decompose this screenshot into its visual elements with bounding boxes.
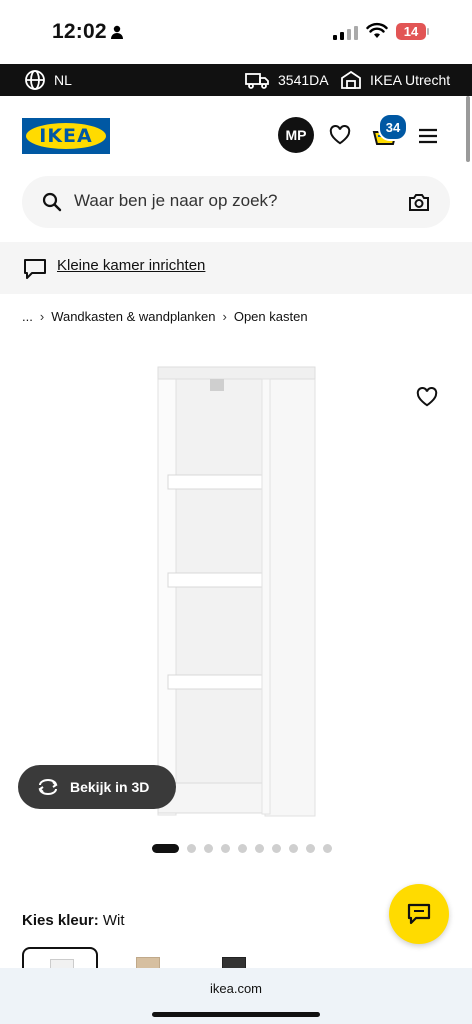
- heart-icon: [416, 387, 438, 407]
- store-selector[interactable]: IKEA Utrecht: [340, 64, 450, 96]
- product-image-shelf: [157, 366, 316, 817]
- wishlist-button[interactable]: [326, 121, 354, 149]
- postcode-selector[interactable]: 3541DA: [244, 64, 329, 96]
- pagination-dot-active[interactable]: [152, 844, 179, 853]
- status-bar: 12:02 14: [0, 0, 472, 64]
- product-wishlist-button[interactable]: [408, 378, 446, 416]
- inspiration-link[interactable]: Kleine kamer inrichten: [57, 257, 205, 274]
- delivery-truck-icon: [245, 73, 269, 89]
- cart-count-badge: 34: [378, 113, 408, 141]
- pagination-dot[interactable]: [306, 844, 315, 853]
- color-chooser-label: Kies kleur: Wit: [22, 912, 125, 929]
- breadcrumb-item-open-kasten[interactable]: Open kasten: [234, 309, 308, 324]
- menu-button[interactable]: [414, 124, 442, 148]
- pagination-dot[interactable]: [289, 844, 298, 853]
- battery-tip: [427, 28, 429, 35]
- pagination-dot[interactable]: [255, 844, 264, 853]
- product-image-gallery[interactable]: [0, 345, 472, 830]
- globe-icon: [25, 70, 45, 90]
- search-bar[interactable]: Waar ben je naar op zoek?: [22, 176, 450, 228]
- url-text[interactable]: ikea.com: [0, 981, 472, 996]
- pagination-dot[interactable]: [204, 844, 213, 853]
- pagination-dot[interactable]: [221, 844, 230, 853]
- account-avatar[interactable]: MP: [278, 117, 314, 153]
- inspiration-banner[interactable]: Kleine kamer inrichten: [0, 242, 472, 294]
- rotate-3d-icon: [38, 779, 58, 795]
- image-pagination[interactable]: [152, 844, 332, 853]
- store-label: IKEA Utrecht: [370, 72, 451, 88]
- heart-icon: [329, 125, 351, 145]
- menu-icon: [419, 128, 437, 144]
- signal-icon: [333, 24, 358, 40]
- view-3d-button[interactable]: Bekijk in 3D: [18, 765, 176, 809]
- ikea-logo[interactable]: IKEA: [22, 118, 110, 154]
- chat-button[interactable]: [389, 884, 449, 944]
- status-time: 12:02: [52, 20, 107, 43]
- breadcrumb-ellipsis[interactable]: ...: [22, 309, 33, 324]
- person-icon: [111, 25, 123, 39]
- breadcrumb: ... › Wandkasten & wandplanken › Open ka…: [22, 309, 308, 324]
- page-scrollbar[interactable]: [466, 96, 470, 162]
- logo-text: IKEA: [39, 125, 93, 147]
- pagination-dot[interactable]: [238, 844, 247, 853]
- breadcrumb-item-wandkasten[interactable]: Wandkasten & wandplanken: [51, 309, 215, 324]
- chat-icon: [407, 903, 431, 925]
- wifi-icon: [366, 22, 388, 38]
- language-selector[interactable]: NL: [24, 64, 72, 96]
- search-input[interactable]: Waar ben je naar op zoek?: [74, 191, 278, 211]
- search-icon: [42, 192, 62, 212]
- postcode-label: 3541DA: [278, 72, 329, 88]
- battery-level: 14: [396, 23, 426, 40]
- color-label: Kies kleur:: [22, 912, 99, 929]
- pagination-dot[interactable]: [187, 844, 196, 853]
- logo-oval: IKEA: [26, 123, 106, 149]
- browser-url-bar[interactable]: ikea.com: [0, 968, 472, 1024]
- chevron-right-icon: ›: [39, 309, 45, 324]
- chevron-right-icon: ›: [222, 309, 227, 324]
- color-value: Wit: [102, 912, 125, 929]
- pagination-dot[interactable]: [323, 844, 332, 853]
- pagination-dot[interactable]: [272, 844, 281, 853]
- chat-bubble-icon: [24, 259, 46, 279]
- language-label: NL: [54, 72, 72, 88]
- locale-bar: NL 3541DA IKEA Utrecht: [0, 64, 472, 96]
- camera-icon[interactable]: [408, 192, 430, 212]
- home-indicator: [152, 1012, 320, 1017]
- store-icon: [341, 70, 361, 89]
- view-3d-label: Bekijk in 3D: [70, 779, 150, 795]
